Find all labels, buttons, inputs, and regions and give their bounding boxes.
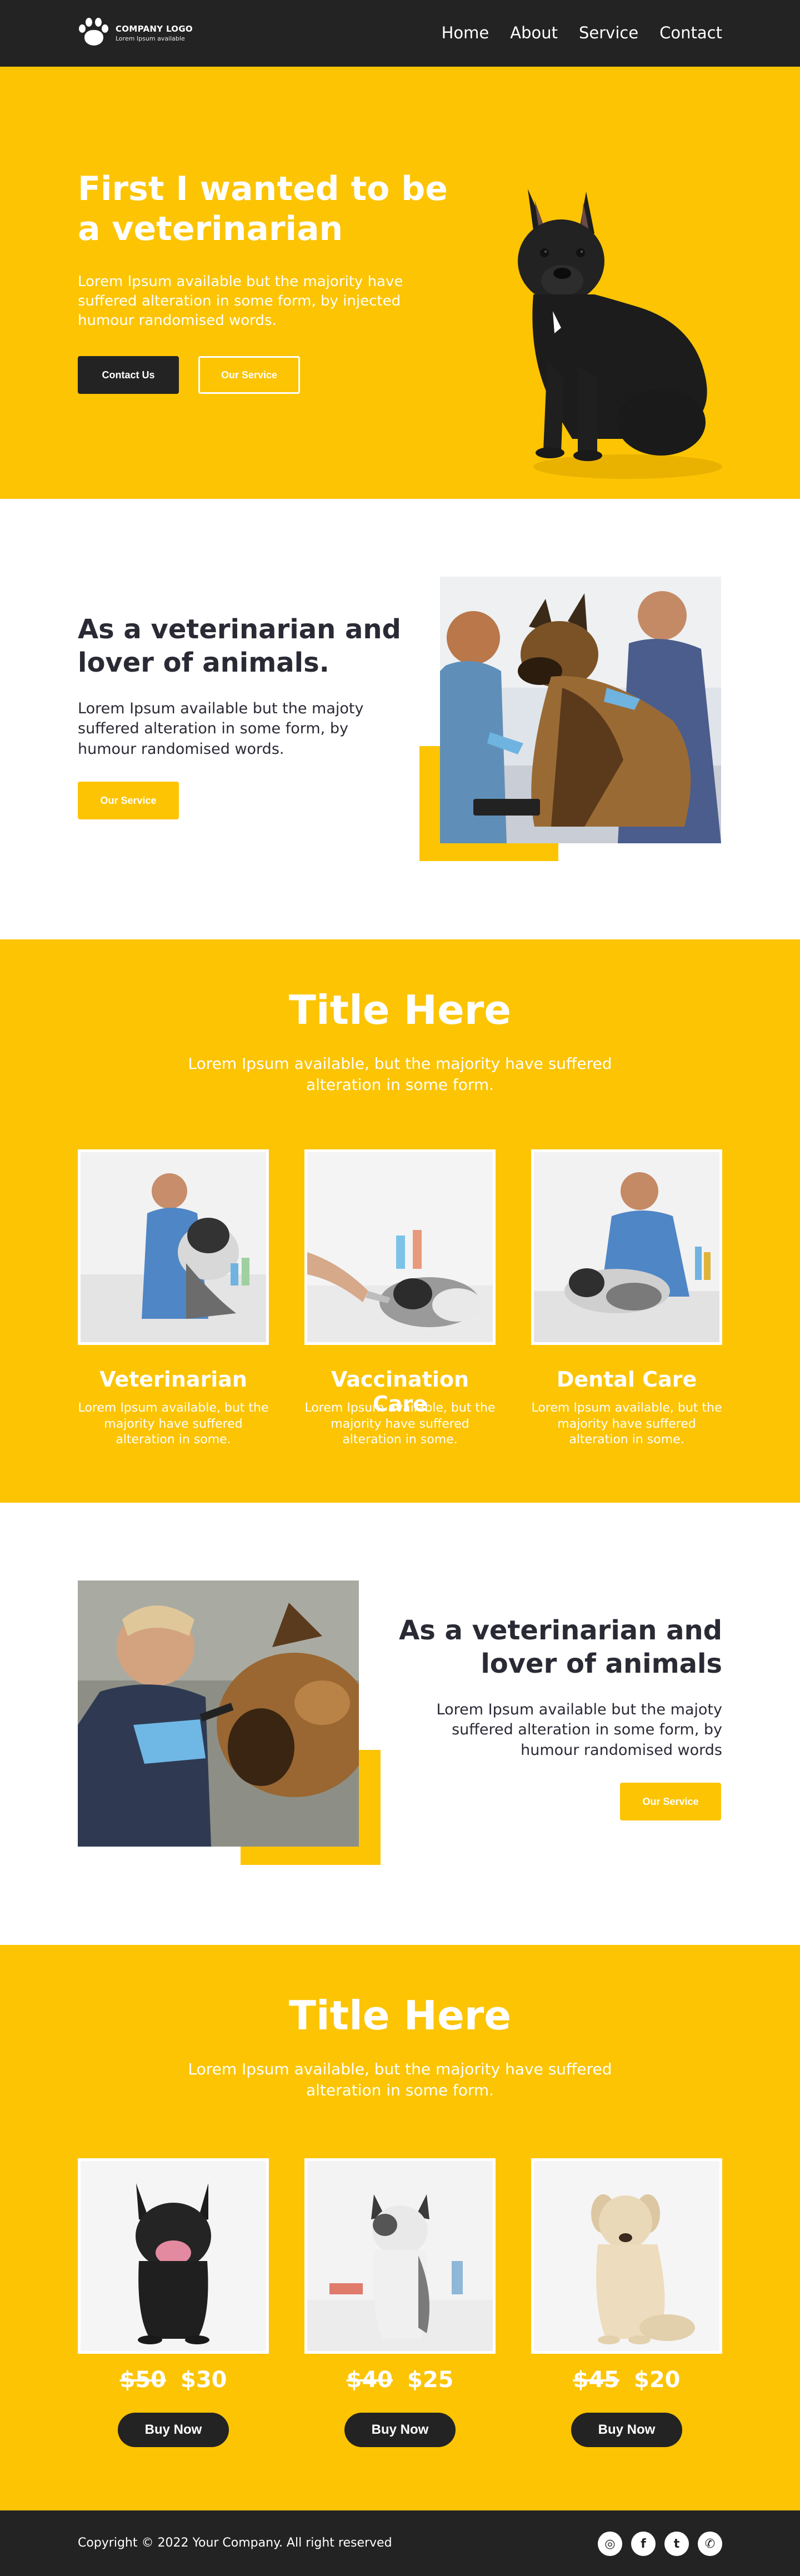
nav-about-link[interactable]: About [510,23,558,42]
whatsapp-icon[interactable]: ✆ [698,2532,722,2556]
site-footer: Copyright © 2022 Your Company. All right… [0,2510,800,2576]
instagram-icon[interactable]: ◎ [598,2532,622,2556]
nav-home-link[interactable]: Home [442,23,489,42]
card-text-veterinarian: Lorem Ipsum available, but the majority … [78,1401,269,1447]
copyright-text: Copyright © 2022 Your Company. All right… [78,2536,392,2550]
french-bulldog-image [518,189,722,479]
dental-care-card-image [531,1149,722,1345]
about-section-1: As a veterinarian and lover of animals. … [0,499,800,939]
main-nav: Home About Service Contact [442,23,722,42]
product-frenchie-image [78,2158,269,2354]
about2-text: Lorem Ipsum available but the majoty suf… [436,1701,722,1759]
buy-now-button[interactable]: Buy Now [344,2413,456,2447]
services-title: Title Here [288,987,512,1033]
contact-us-button[interactable]: Contact Us [78,356,179,394]
hero-text: Lorem Ipsum available but the majority h… [78,273,403,329]
price: $20 [634,2367,681,2393]
vaccination-card-image [304,1149,496,1345]
hero-title: First I wanted to be a veterinarian [78,169,448,248]
paw-icon [78,17,110,49]
card-title-dental: Dental Care [556,1367,697,1392]
price-row: $45 $20 [531,2367,722,2393]
about2-our-service-button[interactable]: Our Service [620,1783,721,1820]
social-links: ◎ f t ✆ [598,2532,722,2556]
card-text-vaccination: Lorem Ipsum available, but the majority … [304,1401,496,1447]
nav-contact-link[interactable]: Contact [659,23,722,42]
about-text: Lorem Ipsum available but the majoty suf… [78,700,364,758]
shop-section: Title Here Lorem Ipsum available, but th… [0,1945,800,2510]
product-aussie-image [304,2158,496,2354]
about-title: As a veterinarian and lover of animals. [78,614,401,678]
card-text-dental: Lorem Ipsum available, but the majority … [531,1401,722,1447]
logo-name: COMPANY LOGO [116,23,193,34]
shop-title: Title Here [288,1992,512,2039]
site-header: COMPANY LOGO Lorem Ipsum available Home … [0,0,800,67]
veterinarian-card-image [78,1149,269,1345]
price-row: $40 $25 [304,2367,496,2393]
company-logo[interactable]: COMPANY LOGO Lorem Ipsum available [78,17,193,49]
nav-service-link[interactable]: Service [579,23,638,42]
hero-section: First I wanted to be a veterinarian Lore… [0,67,800,499]
services-subtitle: Lorem Ipsum available, but the majority … [188,1054,612,1094]
hero-our-service-button[interactable]: Our Service [198,356,300,394]
old-price: $45 [573,2367,620,2393]
about2-title: As a veterinarian and lover of animals [399,1615,722,1679]
twitter-icon[interactable]: t [664,2532,689,2556]
buy-now-button[interactable]: Buy Now [571,2413,682,2447]
price-row: $50 $30 [78,2367,269,2393]
card-title-veterinarian: Veterinarian [99,1367,247,1392]
vet-examining-dog-ear-photo [78,1580,359,1847]
logo-tagline: Lorem Ipsum available [116,34,185,42]
about-section-2: As a veterinarian and lover of animals L… [0,1503,800,1945]
old-price: $40 [346,2367,393,2393]
old-price: $50 [119,2367,167,2393]
shop-subtitle: Lorem Ipsum available, but the majority … [188,2060,612,2099]
facebook-icon[interactable]: f [631,2532,656,2556]
product-labrador-image [531,2158,722,2354]
buy-now-button[interactable]: Buy Now [118,2413,229,2447]
about-our-service-button[interactable]: Our Service [78,782,179,819]
services-section: Title Here Lorem Ipsum available, but th… [0,939,800,1503]
price: $30 [181,2367,227,2393]
vet-with-shepherd-photo [440,577,721,843]
price: $25 [407,2367,454,2393]
